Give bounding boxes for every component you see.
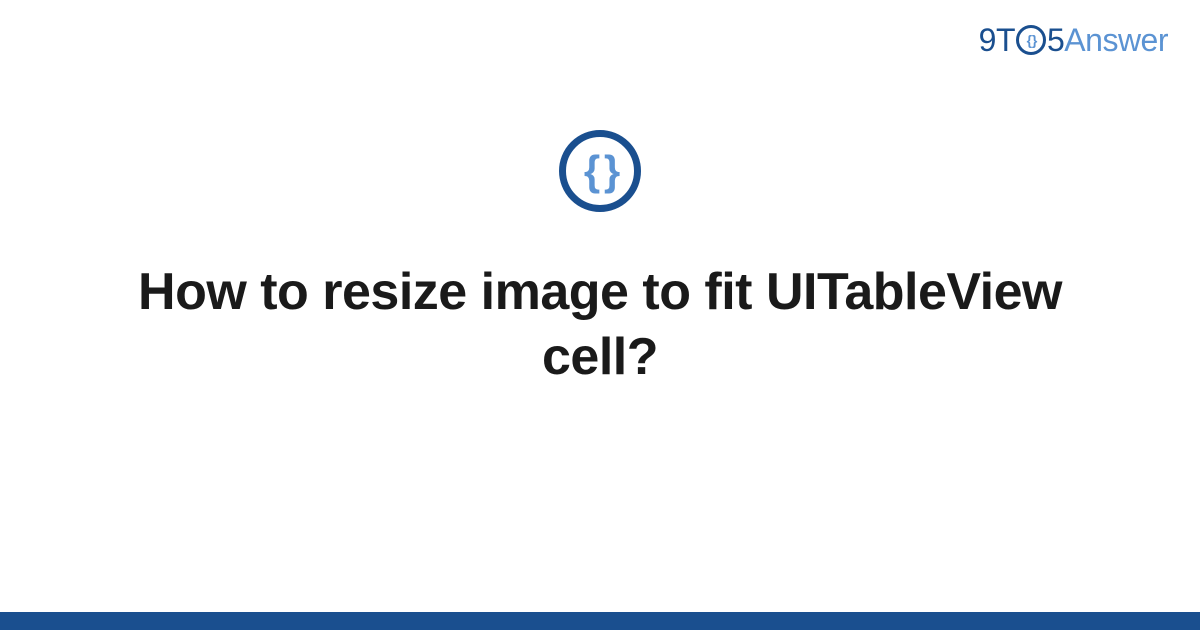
code-braces-icon: { } — [584, 150, 616, 192]
site-logo: 9T { } 5 Answer — [979, 22, 1168, 59]
logo-text-9t: 9T — [979, 22, 1015, 59]
logo-text-answer: Answer — [1064, 22, 1168, 59]
question-title: How to resize image to fit UITableView c… — [100, 260, 1100, 390]
category-icon-circle: { } — [559, 130, 641, 212]
main-content: { } How to resize image to fit UITableVi… — [0, 130, 1200, 390]
footer-bar — [0, 612, 1200, 630]
logo-braces-glyph: { } — [1027, 33, 1036, 47]
logo-circle-icon: { } — [1016, 25, 1046, 55]
logo-text-5: 5 — [1047, 22, 1064, 59]
